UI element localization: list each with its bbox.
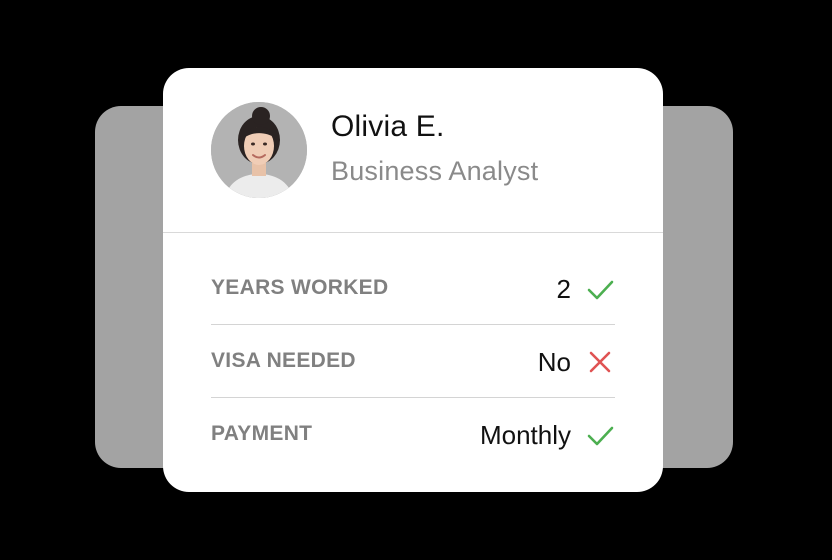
cross-icon <box>589 351 611 373</box>
detail-row-visa-needed: VISA NEEDED No <box>211 325 615 398</box>
avatar <box>211 102 307 198</box>
stage: Olivia E. Business Analyst YEARS WORKED … <box>0 0 832 560</box>
detail-label: YEARS WORKED <box>211 276 389 299</box>
check-icon <box>587 426 614 446</box>
detail-value-group: Monthly <box>480 416 615 454</box>
details-list: YEARS WORKED 2 VISA NEEDED No PAYMENT Mo… <box>211 252 615 470</box>
check-icon <box>587 280 614 300</box>
detail-label: PAYMENT <box>211 422 313 445</box>
detail-value: No <box>537 346 571 377</box>
profile-header: Olivia E. Business Analyst <box>163 68 663 233</box>
profile-role: Business Analyst <box>331 156 539 186</box>
detail-label: VISA NEEDED <box>211 349 356 372</box>
detail-value-group: 2 <box>557 270 615 308</box>
detail-value-group: No <box>538 343 615 381</box>
profile-name: Olivia E. <box>331 110 445 143</box>
detail-value: Monthly <box>479 419 571 450</box>
detail-row-years-worked: YEARS WORKED 2 <box>211 252 615 325</box>
detail-value: 2 <box>556 273 571 304</box>
detail-row-payment: PAYMENT Monthly <box>211 398 615 470</box>
profile-card: Olivia E. Business Analyst YEARS WORKED … <box>163 68 663 492</box>
